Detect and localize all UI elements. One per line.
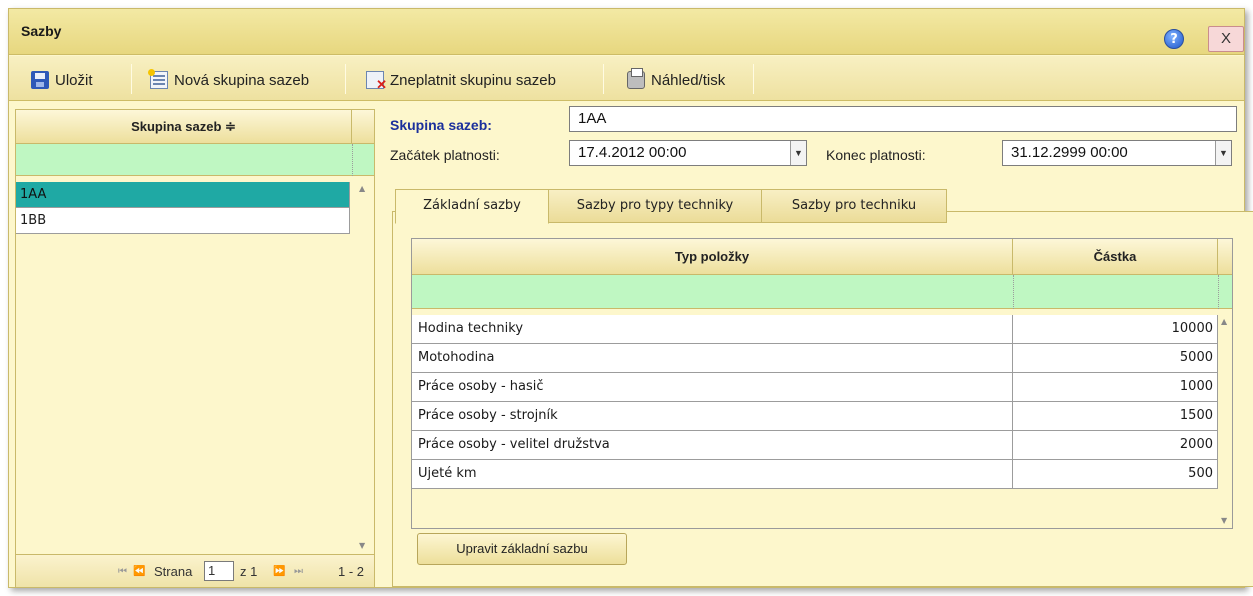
first-page-icon[interactable]: ⏮ xyxy=(118,566,127,577)
table-row[interactable]: Motohodina 5000 xyxy=(412,344,1219,373)
edit-basic-rate-button[interactable]: Upravit základní sazbu xyxy=(417,533,627,565)
valid-to-select[interactable]: 31.12.2999 00:00 ▼ xyxy=(1002,140,1232,166)
valid-to-value: 31.12.2999 00:00 xyxy=(1011,144,1128,161)
tab-basic-rates[interactable]: Základní sazby xyxy=(395,189,549,224)
toolbar-divider xyxy=(753,64,754,94)
invalidate-group-label: Zneplatnit skupinu sazeb xyxy=(390,71,556,89)
last-page-icon[interactable]: ⏭ xyxy=(294,566,303,577)
page-count: z 1 xyxy=(240,564,258,579)
toolbar-divider xyxy=(345,64,346,94)
pager: ⏮ ⏪ Strana 1 z 1 ⏩ ⏭ 1 - 2 xyxy=(16,554,374,587)
rate-group-list: Skupina sazeb ≑ 1AA 1BB ▲ ▼ ⏮ ⏪ Strana 1… xyxy=(15,109,375,587)
amount-cell: 5000 xyxy=(1013,344,1218,372)
title-bar: Sazby ? X xyxy=(9,9,1244,55)
invalidate-icon xyxy=(366,71,387,93)
table-row[interactable]: Ujeté km 500 xyxy=(412,460,1219,489)
amount-cell: 500 xyxy=(1013,460,1218,488)
filter-divider xyxy=(1218,275,1219,309)
page-number-input[interactable]: 1 xyxy=(204,561,234,581)
chevron-down-icon[interactable]: ▼ xyxy=(1215,141,1231,165)
table-row[interactable]: Práce osoby - hasič 1000 xyxy=(412,373,1219,402)
table-row[interactable]: Práce osoby - velitel družstva 2000 xyxy=(412,431,1219,460)
amount-cell: 10000 xyxy=(1013,315,1218,343)
preview-print-label: Náhled/tisk xyxy=(651,71,726,89)
rates-window: Sazby ? X Uložit Nová skupina sazeb Znep… xyxy=(8,8,1253,588)
valid-from-select[interactable]: 17.4.2012 00:00 ▼ xyxy=(569,140,807,166)
item-type-cell: Práce osoby - hasič xyxy=(412,373,1013,401)
scroll-down-icon[interactable]: ▼ xyxy=(1221,516,1227,525)
new-group-label: Nová skupina sazeb xyxy=(174,71,310,89)
toolbar-divider xyxy=(131,64,132,94)
new-group-button[interactable]: Nová skupina sazeb xyxy=(148,69,310,91)
tab-equipment-type-rates[interactable]: Sazby pro typy techniky xyxy=(548,189,762,223)
preview-print-button[interactable]: Náhled/tisk xyxy=(627,68,726,91)
rate-group-label: Skupina sazeb: xyxy=(390,117,492,133)
rate-group-input[interactable]: 1AA xyxy=(569,106,1237,132)
list-header: Skupina sazeb ≑ xyxy=(16,110,374,144)
help-icon[interactable]: ? xyxy=(1164,29,1184,49)
tab-equipment-rates[interactable]: Sazby pro techniku xyxy=(761,189,947,223)
table-row[interactable]: Práce osoby - strojník 1500 xyxy=(412,402,1219,431)
amount-cell: 1000 xyxy=(1013,373,1218,401)
page-label: Strana xyxy=(154,564,193,579)
window-title: Sazby xyxy=(21,23,62,39)
rates-table-header: Typ položky Částka xyxy=(412,239,1232,275)
valid-from-label: Začátek platnosti: xyxy=(390,147,500,163)
invalidate-group-button[interactable]: Zneplatnit skupinu sazeb xyxy=(366,69,556,93)
amount-cell: 2000 xyxy=(1013,431,1218,459)
valid-to-label: Konec platnosti: xyxy=(826,147,926,163)
column-header-item-type[interactable]: Typ položky xyxy=(412,239,1013,275)
item-type-cell: Práce osoby - velitel družstva xyxy=(412,431,1013,459)
column-header-rate-group[interactable]: Skupina sazeb ≑ xyxy=(16,110,352,144)
filter-divider xyxy=(352,144,353,176)
filter-row[interactable] xyxy=(16,144,374,176)
list-item[interactable]: 1AA xyxy=(16,182,350,208)
table-scrollbar[interactable]: ▲ ▼ xyxy=(1218,315,1232,527)
record-range: 1 - 2 xyxy=(338,564,365,579)
item-type-cell: Práce osoby - strojník xyxy=(412,402,1013,430)
item-type-cell: Motohodina xyxy=(412,344,1013,372)
scroll-up-icon[interactable]: ▲ xyxy=(1221,317,1227,326)
prev-page-icon[interactable]: ⏪ xyxy=(133,566,145,577)
close-button[interactable]: X xyxy=(1208,26,1244,52)
valid-from-value: 17.4.2012 00:00 xyxy=(578,144,687,161)
amount-cell: 1500 xyxy=(1013,402,1218,430)
item-type-cell: Ujeté km xyxy=(412,460,1013,488)
save-label: Uložit xyxy=(55,71,93,89)
table-row[interactable]: Hodina techniky 10000 xyxy=(412,315,1219,344)
column-header-amount[interactable]: Částka xyxy=(1013,239,1218,275)
save-button[interactable]: Uložit xyxy=(31,69,93,91)
toolbar-divider xyxy=(603,64,604,94)
item-type-cell: Hodina techniky xyxy=(412,315,1013,343)
scroll-down-icon[interactable]: ▼ xyxy=(359,541,365,550)
filter-divider xyxy=(1013,275,1014,309)
save-icon xyxy=(31,71,49,89)
rates-table: Typ položky Částka Hodina techniky 10000… xyxy=(411,238,1233,529)
new-document-icon xyxy=(148,69,168,89)
chevron-down-icon[interactable]: ▼ xyxy=(790,141,806,165)
list-scrollbar[interactable]: ▲ ▼ xyxy=(356,182,373,552)
printer-icon xyxy=(627,68,645,89)
filter-row[interactable] xyxy=(412,275,1232,309)
next-page-icon[interactable]: ⏩ xyxy=(273,566,285,577)
toolbar: Uložit Nová skupina sazeb Zneplatnit sku… xyxy=(9,56,1244,101)
scroll-up-icon[interactable]: ▲ xyxy=(359,184,365,193)
list-item[interactable]: 1BB xyxy=(16,208,350,234)
